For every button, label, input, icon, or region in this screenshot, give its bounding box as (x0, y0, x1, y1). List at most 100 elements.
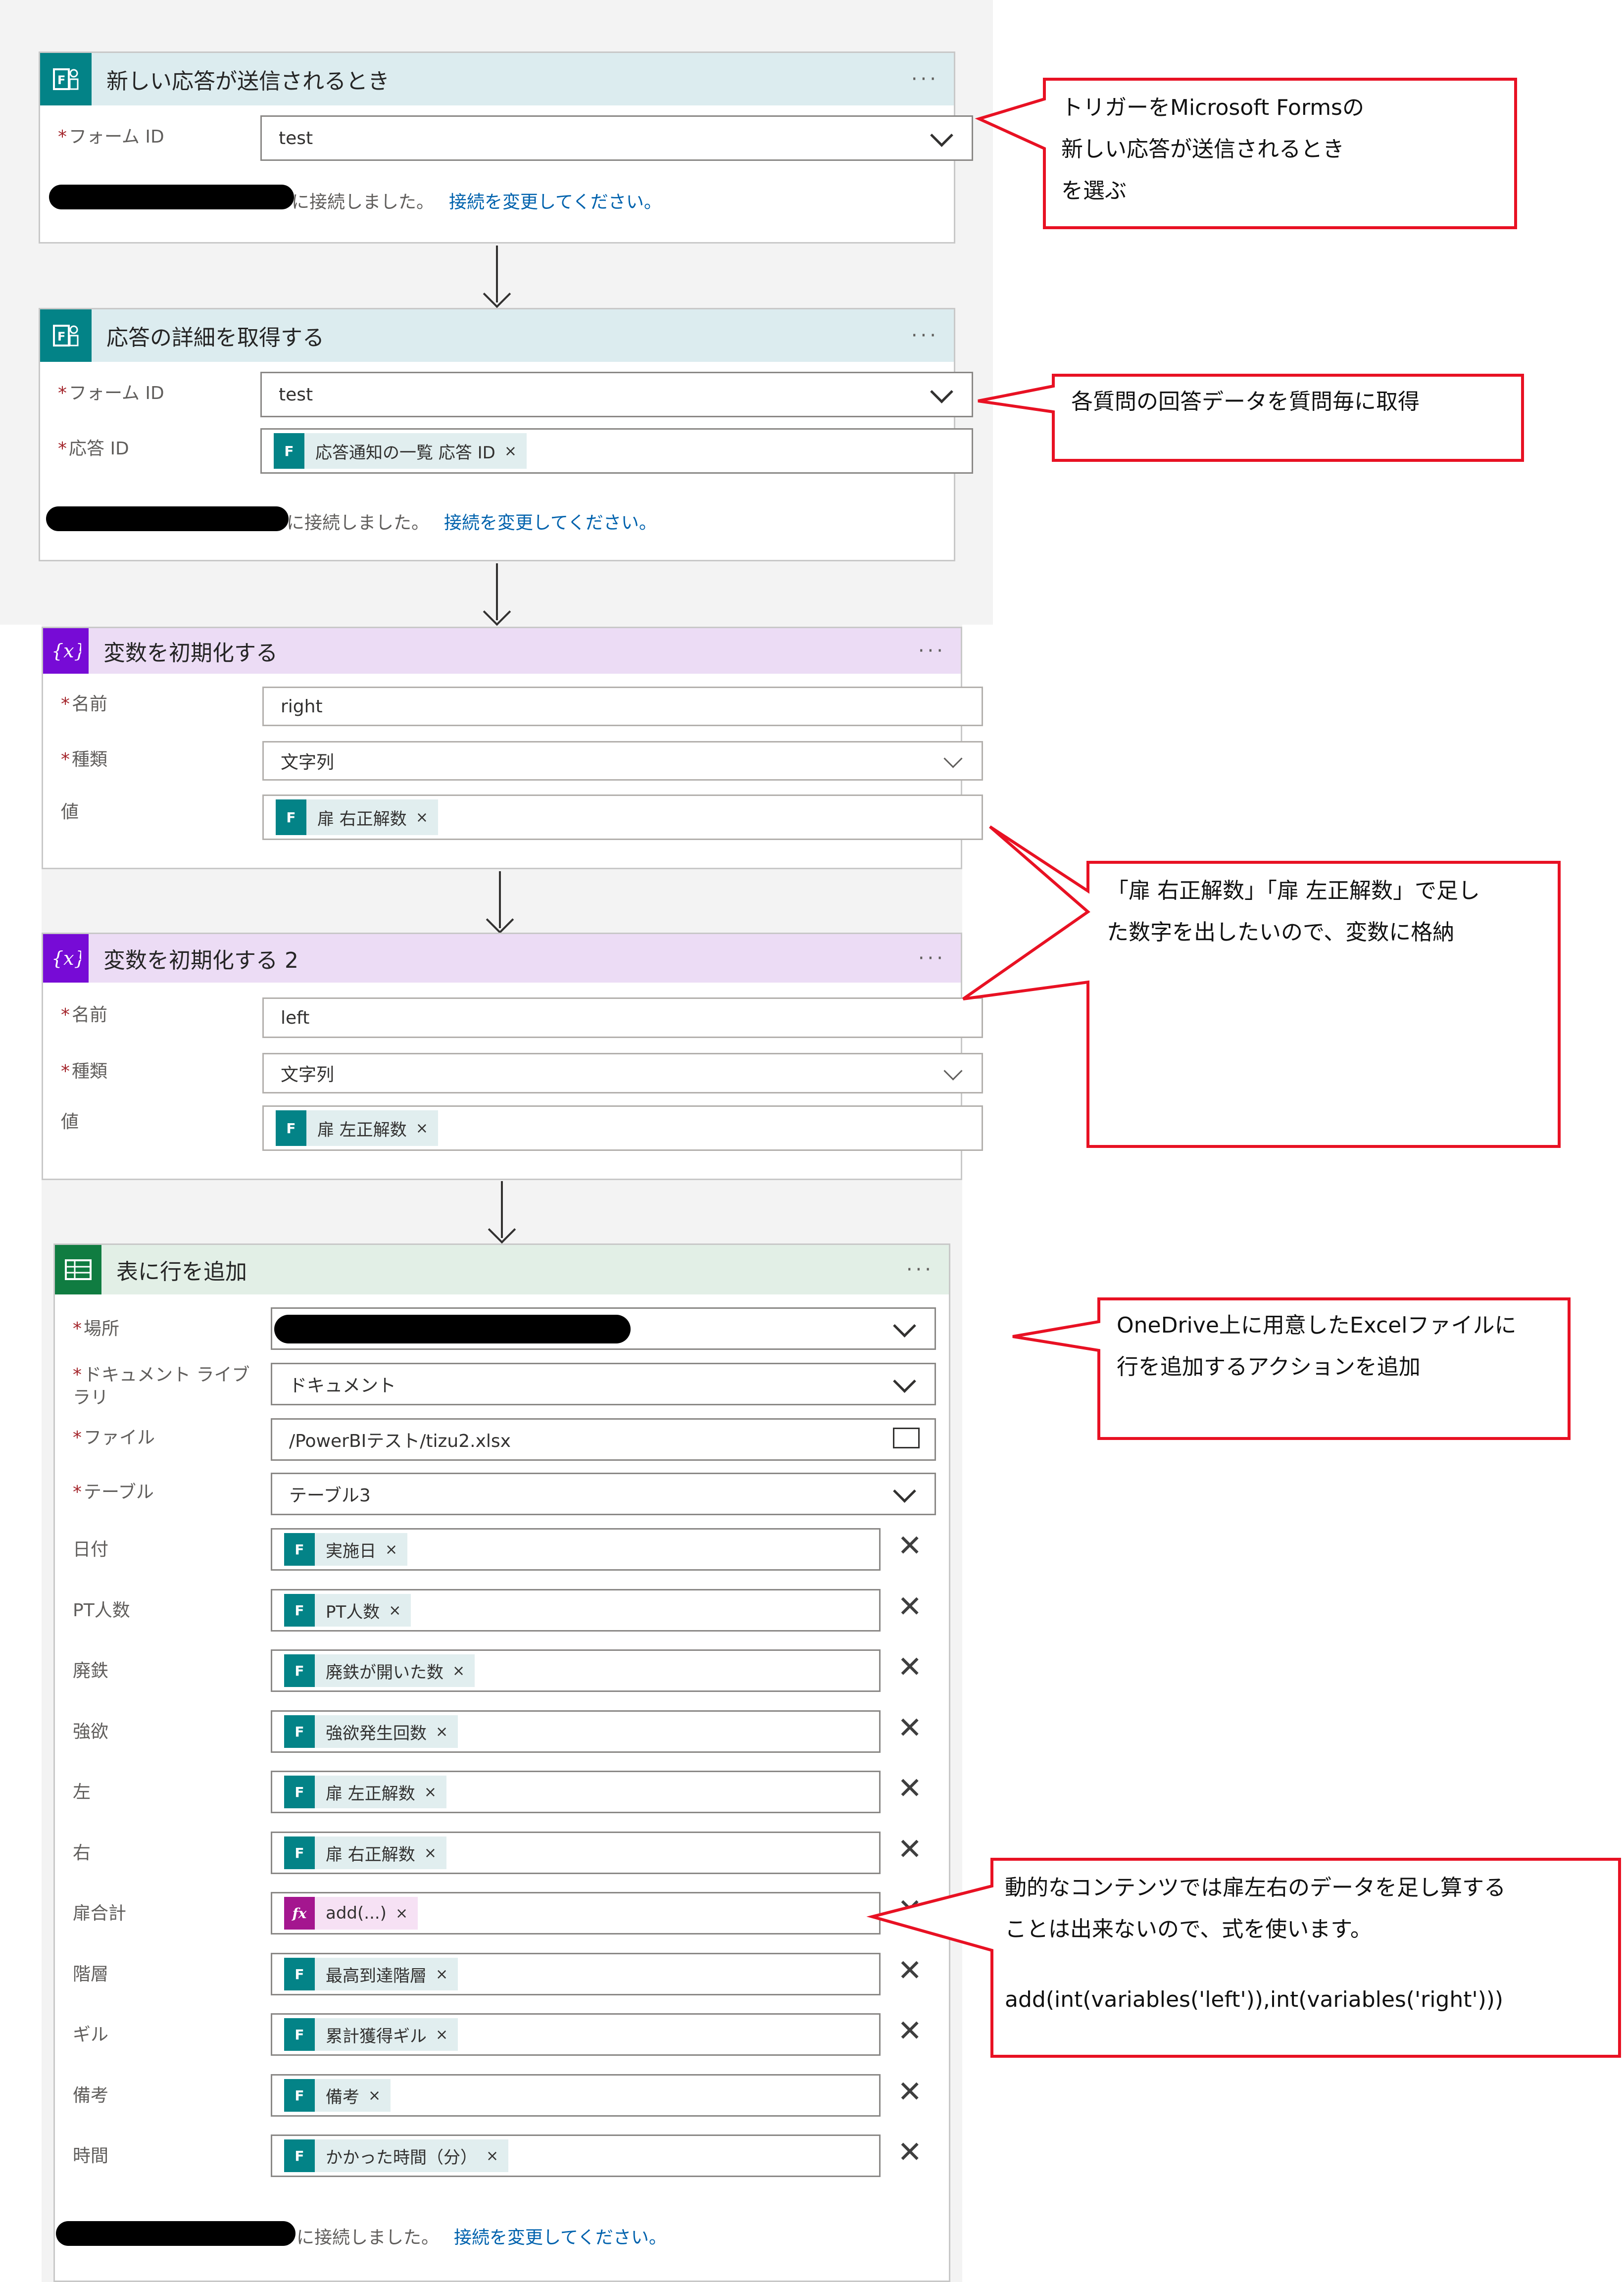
variable-value-label: 値 (61, 1112, 79, 1132)
location-dropdown[interactable] (271, 1307, 936, 1350)
column-value-input[interactable]: F 扉 左正解数 × (271, 1771, 881, 1813)
init-variable-card-2[interactable]: {x} 変数を初期化する 2 ··· *名前 left *種類 文字列 値 F … (42, 933, 983, 1180)
change-connection-link[interactable]: 接続を変更してください。 (444, 513, 657, 533)
dynamic-content-token[interactable]: F 最高到達階層 × (284, 1958, 458, 1990)
table-dropdown[interactable]: テーブル3 (271, 1473, 936, 1515)
remove-row-icon[interactable]: ✕ (897, 1956, 922, 1985)
init-variable-2-more-menu-icon[interactable]: ··· (918, 947, 946, 970)
token-remove-icon[interactable]: × (436, 1723, 448, 1740)
token-remove-icon[interactable]: × (395, 1905, 408, 1922)
forms-token-icon: F (284, 1776, 315, 1808)
token-remove-icon[interactable]: × (416, 809, 428, 826)
token-remove-icon[interactable]: × (504, 443, 517, 460)
remove-row-icon[interactable]: ✕ (897, 1531, 922, 1561)
change-connection-link[interactable]: 接続を変更してください。 (454, 2228, 667, 2248)
token-remove-icon[interactable]: × (368, 2087, 381, 2104)
dynamic-content-token[interactable]: F かかった時間（分） × (284, 2139, 509, 2172)
value-token[interactable]: F 扉 左正解数 × (276, 1110, 438, 1146)
chevron-down-icon (893, 1480, 916, 1503)
remove-row-icon[interactable]: ✕ (897, 2137, 922, 2167)
variable-type-dropdown[interactable]: 文字列 (262, 1053, 983, 1093)
trigger-card[interactable]: F 新しい応答が送信されるとき ··· * フォーム ID test に接続しまし… (39, 51, 973, 244)
chevron-down-icon (943, 749, 963, 768)
remove-row-icon[interactable]: ✕ (897, 1835, 922, 1864)
column-value-input[interactable]: F 廃鉄が開いた数 × (271, 1649, 881, 1692)
trigger-card-header[interactable]: F 新しい応答が送信されるとき ··· (40, 53, 954, 105)
column-value-input[interactable]: F PT人数 × (271, 1589, 881, 1632)
token-label: PT人数 (326, 1602, 380, 1622)
column-value-input[interactable]: F 強欲発生回数 × (271, 1710, 881, 1753)
add-row-card[interactable]: 表に行を追加 ··· * 場所 * ドキュメント ライブ ラリ ドキュメント * ファイ… (53, 1243, 950, 2282)
dynamic-content-token[interactable]: F 累計獲得ギル × (284, 2018, 458, 2051)
get-details-card-header[interactable]: F 応答の詳細を取得する ··· (40, 309, 954, 362)
forms-token-icon: F (284, 1594, 315, 1627)
response-id-label: * 応答 ID (58, 439, 129, 459)
dynamic-content-token[interactable]: F 扉 左正解数 × (284, 1776, 446, 1808)
dynamic-content-token[interactable]: F 廃鉄が開いた数 × (284, 1654, 475, 1687)
dynamic-content-token[interactable]: F 扉 右正解数 × (284, 1836, 446, 1869)
token-remove-icon[interactable]: × (436, 1966, 448, 1983)
init-variable-card-1[interactable]: {x} 変数を初期化する ··· *名前 right *種類 文字列 値 F 扉… (42, 627, 983, 869)
init-variable-1-header[interactable]: {x} 変数を初期化する ··· (43, 628, 961, 674)
token-remove-icon[interactable]: × (424, 1784, 437, 1801)
form-id-dropdown[interactable]: test (260, 115, 973, 161)
add-row-card-header[interactable]: 表に行を追加 ··· (55, 1245, 949, 1294)
table-label: * テーブル (73, 1482, 154, 1502)
get-details-more-menu-icon[interactable]: ··· (911, 324, 939, 347)
trigger-more-menu-icon[interactable]: ··· (911, 68, 939, 91)
response-id-token[interactable]: F 応答通知の一覧 応答 ID × (274, 433, 527, 469)
document-library-dropdown[interactable]: ドキュメント (271, 1363, 936, 1405)
init-variable-2-title: 変数を初期化する 2 (103, 948, 298, 973)
column-label: 強欲 (73, 1722, 109, 1742)
column-value-input[interactable]: F 最高到達階層 × (271, 1953, 881, 1995)
token-remove-icon[interactable]: × (389, 1602, 401, 1619)
remove-row-icon[interactable]: ✕ (897, 1774, 922, 1803)
change-connection-link[interactable]: 接続を変更してください。 (449, 192, 662, 212)
column-value-input[interactable]: F 扉 右正解数 × (271, 1832, 881, 1874)
token-label: 実施日 (326, 1541, 376, 1561)
column-value-input[interactable]: F かかった時間（分） × (271, 2134, 881, 2177)
token-remove-icon[interactable]: × (436, 2026, 448, 2043)
callout-line: ことは出来ないので、式を使います。 (1005, 1917, 1372, 1942)
dynamic-content-token[interactable]: F 実施日 × (284, 1533, 408, 1566)
token-remove-icon[interactable]: × (385, 1541, 397, 1558)
token-remove-icon[interactable]: × (416, 1120, 428, 1137)
form-id-dropdown[interactable]: test (260, 372, 973, 417)
remove-row-icon[interactable]: ✕ (897, 2016, 922, 2046)
init-variable-1-more-menu-icon[interactable]: ··· (918, 640, 946, 662)
remove-row-icon[interactable]: ✕ (897, 1652, 922, 1682)
token-remove-icon[interactable]: × (486, 2147, 498, 2165)
variable-value-input[interactable]: F 扉 左正解数 × (262, 1105, 983, 1151)
token-remove-icon[interactable]: × (424, 1844, 437, 1862)
column-value-input[interactable]: fx add(...) × (271, 1892, 881, 1935)
expression-token[interactable]: fx add(...) × (284, 1897, 418, 1930)
remove-row-icon[interactable]: ✕ (897, 1713, 922, 1743)
column-value-input[interactable]: F 累計獲得ギル × (271, 2013, 881, 2056)
column-label: 階層 (73, 1964, 109, 1984)
forms-token-icon: F (284, 2079, 315, 2112)
document-library-label: * ドキュメント ライブ ラリ (73, 1365, 250, 1408)
dynamic-content-token[interactable]: F 強欲発生回数 × (284, 1715, 458, 1748)
column-value-input[interactable]: F 実施日 × (271, 1528, 881, 1571)
remove-row-icon[interactable]: ✕ (897, 2077, 922, 2107)
dynamic-content-token[interactable]: F 備考 × (284, 2079, 391, 2112)
variable-type-dropdown[interactable]: 文字列 (262, 741, 983, 781)
get-details-card[interactable]: F 応答の詳細を取得する ··· * フォーム ID test * 応答 ID F … (39, 308, 973, 561)
function-icon: fx (284, 1897, 315, 1930)
dynamic-content-token[interactable]: F PT人数 × (284, 1594, 411, 1627)
variable-value-input[interactable]: F 扉 右正解数 × (262, 794, 983, 840)
callout-line: add(int(variables('left')),int(variables… (1005, 1987, 1504, 2012)
folder-icon[interactable] (893, 1428, 920, 1448)
token-remove-icon[interactable]: × (452, 1662, 465, 1680)
response-id-input[interactable]: F 応答通知の一覧 応答 ID × (260, 428, 973, 474)
init-variable-2-header[interactable]: {x} 変数を初期化する 2 ··· (43, 934, 961, 983)
file-picker[interactable]: /PowerBIテスト/tizu2.xlsx (271, 1418, 936, 1461)
form-id-value: test (279, 384, 313, 405)
variable-name-input[interactable]: left (262, 997, 983, 1038)
add-row-more-menu-icon[interactable]: ··· (906, 1258, 934, 1281)
value-token[interactable]: F 扉 右正解数 × (276, 799, 438, 835)
remove-row-icon[interactable]: ✕ (897, 1592, 922, 1622)
column-value-input[interactable]: F 備考 × (271, 2074, 881, 2117)
remove-row-icon[interactable]: ✕ (897, 1895, 922, 1925)
variable-name-input[interactable]: right (262, 687, 983, 726)
